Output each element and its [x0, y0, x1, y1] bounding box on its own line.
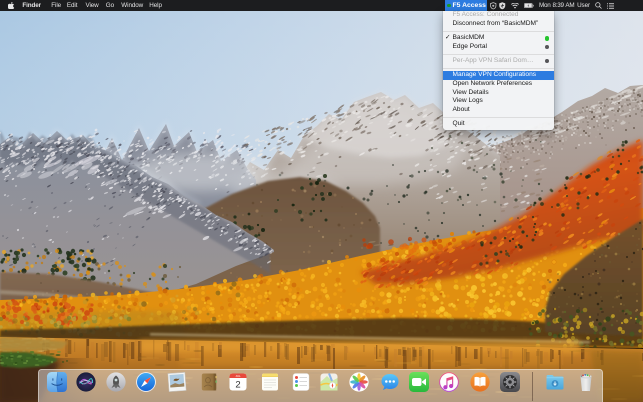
- svg-text:2: 2: [235, 380, 240, 391]
- svg-text:JUL: JUL: [235, 374, 241, 378]
